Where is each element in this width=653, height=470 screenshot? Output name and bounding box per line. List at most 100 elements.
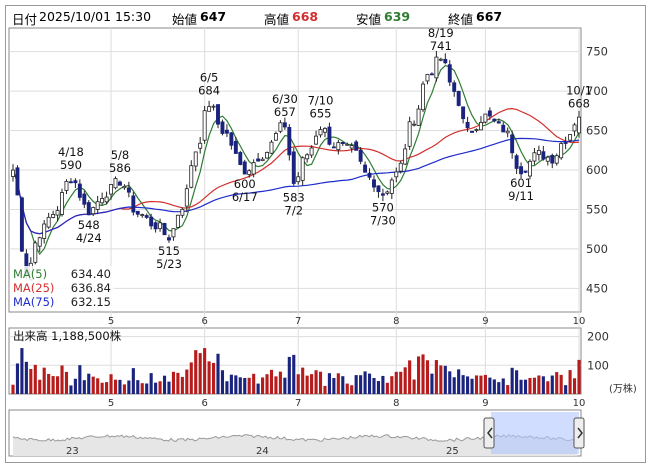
candle-body bbox=[153, 222, 158, 230]
candle-body bbox=[211, 105, 216, 108]
volume-bar bbox=[345, 383, 349, 394]
candle-body bbox=[104, 196, 109, 203]
month-tick-label: 9 bbox=[482, 316, 488, 327]
month-tick-label: 6 bbox=[201, 316, 207, 327]
volume-bar bbox=[247, 377, 251, 394]
volume-bar bbox=[528, 377, 532, 394]
volume-bar bbox=[20, 348, 24, 394]
volume-bar bbox=[287, 356, 291, 394]
month-tick-label: 5 bbox=[108, 316, 114, 327]
volume-bar bbox=[439, 365, 443, 394]
overview-year-label: 23 bbox=[66, 446, 79, 457]
candle-body bbox=[238, 152, 243, 165]
volume-bar bbox=[492, 379, 496, 394]
candle-body bbox=[91, 207, 96, 215]
candle-body bbox=[572, 124, 577, 132]
candle-body bbox=[273, 133, 278, 141]
candle-body bbox=[140, 214, 145, 216]
candle-body bbox=[412, 123, 417, 126]
candle-body bbox=[474, 129, 479, 131]
volume-bar bbox=[105, 382, 109, 394]
annotation-date: 7/2 bbox=[285, 203, 304, 217]
candle-body bbox=[545, 156, 550, 162]
volume-bar bbox=[238, 377, 242, 394]
volume-bar bbox=[550, 375, 554, 394]
volume-bar bbox=[577, 359, 581, 394]
price-tick-label: 550 bbox=[586, 202, 608, 216]
overview-left-handle[interactable] bbox=[483, 417, 495, 449]
volume-bar bbox=[211, 362, 216, 394]
candle-body bbox=[501, 124, 506, 133]
volume-bar bbox=[310, 374, 314, 394]
candle-body bbox=[354, 141, 359, 151]
volume-bar bbox=[292, 354, 296, 394]
candle-body bbox=[64, 180, 69, 191]
volume-bar bbox=[555, 372, 559, 394]
candle-body bbox=[171, 228, 176, 238]
candle-body bbox=[15, 167, 20, 196]
candle-body bbox=[461, 106, 466, 120]
month-tick-label: 10 bbox=[573, 316, 586, 327]
volume-bar bbox=[350, 385, 354, 394]
volume-bar bbox=[29, 368, 33, 394]
volume-bar bbox=[327, 373, 331, 394]
volume-bar bbox=[381, 375, 385, 394]
month-tick-label-volume: 6 bbox=[201, 398, 207, 409]
ma-legend-name: MA(75) bbox=[13, 295, 54, 309]
candle-body bbox=[394, 171, 399, 178]
candle-body bbox=[167, 237, 171, 241]
annotation-date: 10/1 bbox=[566, 83, 592, 97]
volume-bar bbox=[301, 367, 305, 394]
candle-body bbox=[470, 130, 474, 133]
candle-body bbox=[421, 83, 425, 111]
price-tick-label: 500 bbox=[586, 242, 608, 256]
annotation-value: 668 bbox=[568, 96, 590, 110]
volume-bar bbox=[225, 381, 229, 394]
candle-body bbox=[376, 185, 381, 193]
volume-bar bbox=[572, 378, 577, 394]
candle-body bbox=[251, 162, 256, 175]
candle-body bbox=[198, 142, 203, 149]
volume-bar bbox=[234, 375, 238, 394]
candle-body bbox=[122, 185, 127, 189]
candle-body bbox=[113, 178, 118, 189]
volume-bar bbox=[278, 371, 282, 394]
candle-body bbox=[532, 152, 537, 162]
candle-body bbox=[429, 73, 434, 76]
ma-legend-name: MA(5) bbox=[13, 267, 47, 281]
volume-bar bbox=[318, 371, 323, 394]
candle-body bbox=[514, 155, 519, 169]
volume-bar bbox=[149, 373, 153, 394]
volume-bar bbox=[523, 379, 528, 394]
month-tick-label-volume: 7 bbox=[295, 398, 301, 409]
volume-bar bbox=[537, 375, 541, 394]
candle-body bbox=[483, 113, 488, 123]
volume-bar bbox=[127, 380, 131, 394]
price-tick-label: 450 bbox=[586, 281, 608, 295]
candle-body bbox=[358, 149, 363, 162]
candle-body bbox=[247, 170, 252, 175]
volume-bar bbox=[113, 379, 118, 394]
candle-body bbox=[135, 210, 140, 215]
volume-bar bbox=[363, 371, 367, 394]
candle-body bbox=[55, 210, 60, 216]
candle-body bbox=[202, 110, 207, 141]
volume-bar bbox=[100, 382, 104, 394]
candle-body bbox=[447, 64, 452, 83]
volume-bar bbox=[367, 373, 372, 394]
candle-body bbox=[305, 154, 310, 160]
volume-bar bbox=[296, 374, 300, 394]
candle-body bbox=[336, 142, 341, 151]
candle-body bbox=[260, 158, 265, 162]
volume-bar bbox=[506, 385, 510, 394]
volume-bar bbox=[412, 379, 416, 394]
volume-bar bbox=[403, 367, 407, 394]
volume-bar bbox=[216, 353, 220, 394]
volume-bar bbox=[154, 382, 158, 394]
ma-legend-name: MA(25) bbox=[13, 281, 54, 295]
chart-canvas: 4505005506006507007501002005566778899101… bbox=[8, 26, 637, 457]
volume-bar bbox=[180, 376, 184, 394]
annotation-date: 6/17 bbox=[232, 190, 258, 204]
candle-body bbox=[175, 214, 180, 228]
volume-bar bbox=[207, 361, 211, 394]
